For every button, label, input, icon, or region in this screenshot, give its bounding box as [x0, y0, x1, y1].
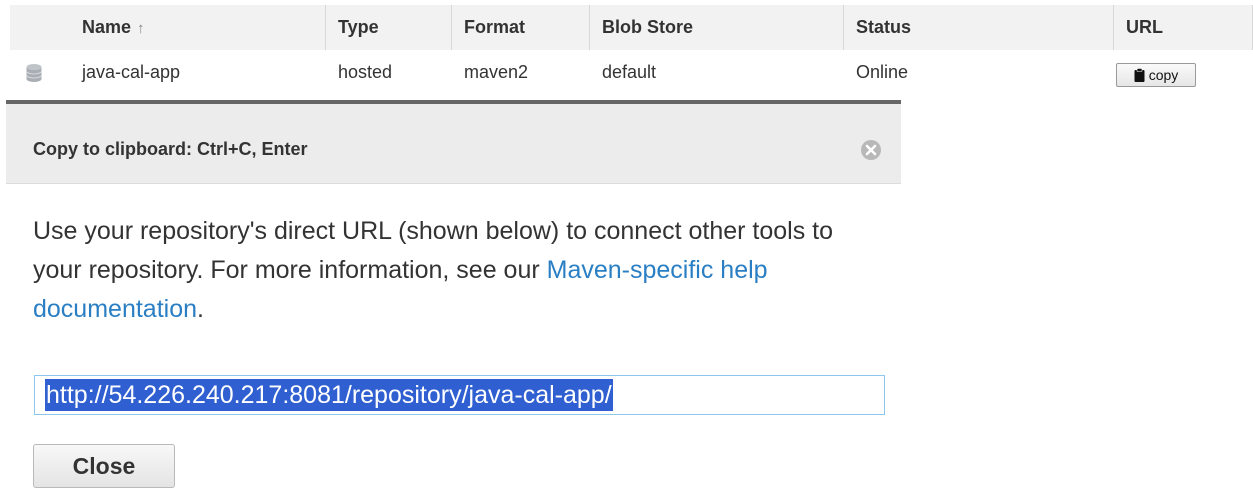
column-header-name-label: Name — [82, 17, 132, 37]
repository-blob-store: default — [602, 62, 657, 82]
column-header-format[interactable]: Format — [452, 5, 590, 50]
copy-url-button-label: copy — [1148, 67, 1179, 83]
dialog-header: Copy to clipboard: Ctrl+C, Enter — [6, 104, 901, 184]
column-header-status-label: Status — [856, 17, 912, 37]
column-header-name[interactable]: Name ↑ — [70, 5, 326, 50]
repository-browser: Name ↑ Type Format Blob Store Status URL … — [0, 0, 1253, 498]
copy-url-button[interactable]: copy — [1116, 63, 1196, 87]
close-circle-icon[interactable] — [860, 139, 882, 161]
repository-name: java-cal-app — [82, 62, 181, 82]
copy-url-dialog: Copy to clipboard: Ctrl+C, Enter Use you… — [6, 100, 901, 498]
column-header-blob-store-label: Blob Store — [602, 17, 694, 37]
sort-ascending-icon: ↑ — [137, 20, 145, 37]
repository-url-selected-text: http://54.226.240.217:8081/repository/ja… — [45, 379, 613, 411]
clipboard-icon — [1134, 68, 1145, 82]
database-icon — [26, 64, 42, 82]
repository-url-field[interactable]: http://54.226.240.217:8081/repository/ja… — [34, 375, 885, 415]
dialog-message-end: . — [197, 295, 204, 323]
dialog-message: Use your repository's direct URL (shown … — [33, 212, 883, 329]
dialog-title: Copy to clipboard: Ctrl+C, Enter — [33, 139, 308, 159]
column-header-status[interactable]: Status — [844, 5, 1114, 50]
repository-table-header: Name ↑ Type Format Blob Store Status URL — [10, 5, 1253, 50]
close-button[interactable]: Close — [33, 444, 175, 488]
column-header-blob-store[interactable]: Blob Store — [590, 5, 844, 50]
column-header-type[interactable]: Type — [326, 5, 452, 50]
column-header-url[interactable]: URL — [1114, 5, 1253, 50]
column-header-type-label: Type — [338, 17, 379, 37]
repository-format: maven2 — [464, 62, 529, 82]
repository-type: hosted — [338, 62, 393, 82]
table-row[interactable]: java-cal-app hosted maven2 default Onlin… — [10, 50, 1253, 95]
repository-status: Online — [856, 62, 909, 82]
column-header-format-label: Format — [464, 17, 526, 37]
column-header-url-label: URL — [1126, 17, 1163, 37]
